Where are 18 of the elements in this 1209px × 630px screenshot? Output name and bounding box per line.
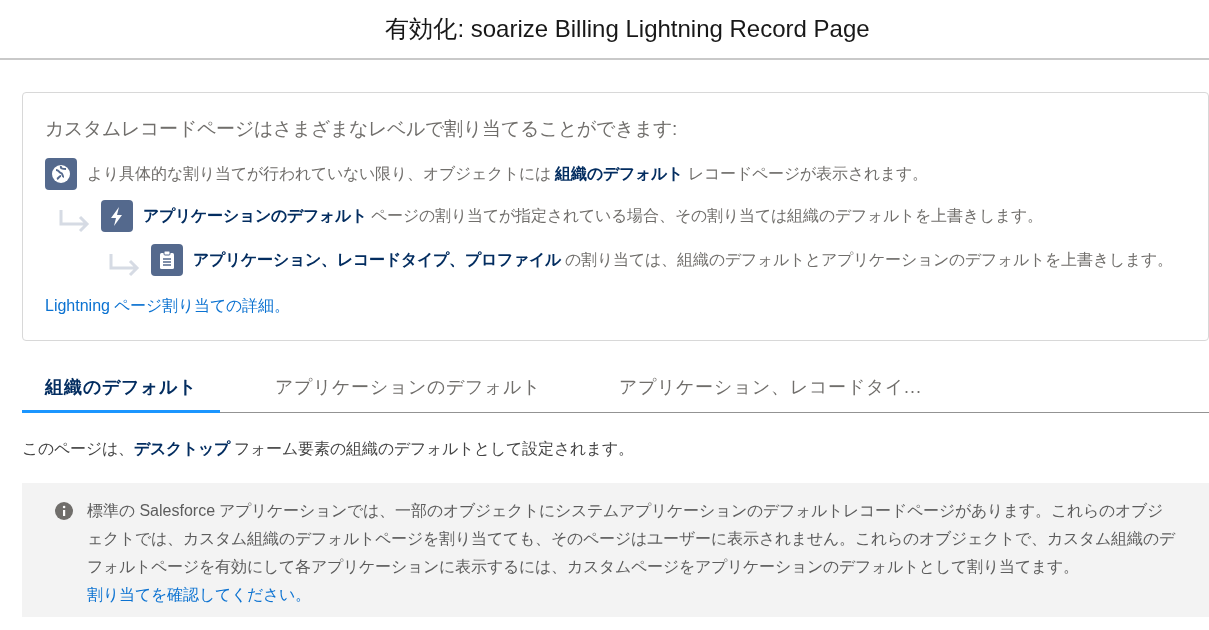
- help-link[interactable]: Lightning ページ割り当ての詳細。: [45, 296, 291, 314]
- indent-arrow-icon: [57, 207, 91, 234]
- clipboard-icon: [151, 243, 183, 276]
- tab[interactable]: アプリケーションのデフォルト: [252, 364, 564, 413]
- description-text: このページは、デスクトップ フォーム要素の組織のデフォルトとして設定されます。: [22, 438, 636, 459]
- globe-icon: [45, 157, 77, 190]
- indent-arrow-icon: [107, 251, 141, 278]
- tab[interactable]: アプリケーション、レコードタイ...: [596, 364, 945, 413]
- card-heading: カスタムレコードページはさまざまなレベルで割り当てることができます:: [45, 117, 679, 141]
- info-icon: [55, 501, 73, 520]
- info-text: 標準の Salesforce アプリケーションでは、一部のオブジェクトにシステムアプリケーションのデフォルトレコードページがあります。これらのオブジェクトでは、カスタム組織のデフォルトページを割り当てても、そのページはユーザーに表示されません。これらのオブジェクトで、カスタム組織のデフォルトページを有効にして各アプリケーションに表示するには、カスタムページをアプリケーションのデフォルトとして割り当てます。 割り当てを確認してください。: [87, 500, 1177, 605]
- tab[interactable]: 組織のデフォルト: [22, 364, 220, 413]
- level-text: より具体的な割り当てが行われていない限り、オブジェクトには 組織のデフォルト レコードページが表示されます。: [87, 163, 928, 184]
- level-text: アプリケーションのデフォルト ページの割り当てが指定されている場合、その割り当ては組織のデフォルトを上書きします。: [143, 205, 1044, 226]
- review-link[interactable]: 割り当てを確認してください。: [87, 585, 311, 603]
- level-text: アプリケーション、レコードタイプ、プロファイル の割り当ては、組織のデフォルトとアプリケーションのデフォルトを上書きします。: [193, 249, 1174, 270]
- page-title: 有効化: soarize Billing Lightning Record Page: [384, 14, 870, 44]
- lightning-icon: [101, 199, 133, 232]
